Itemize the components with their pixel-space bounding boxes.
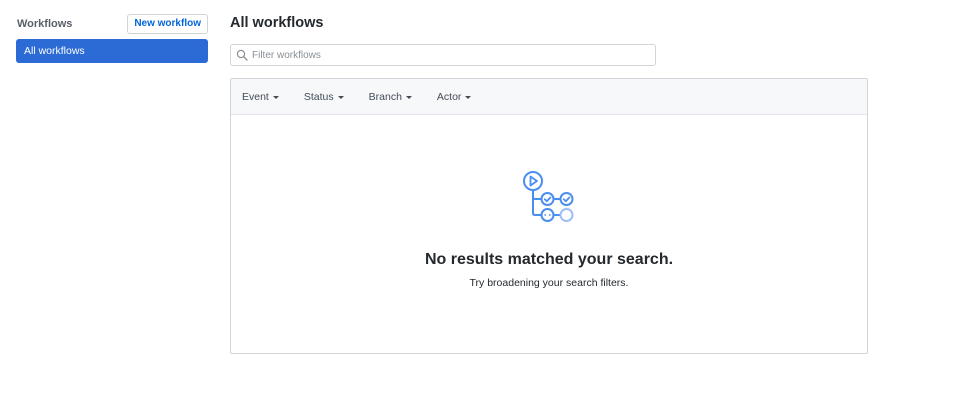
search-icon [236, 49, 248, 61]
actor-filter-dropdown[interactable]: Actor [437, 91, 472, 103]
empty-state-description: Try broadening your search filters. [469, 277, 629, 289]
sidebar-item-all-workflows[interactable]: All workflows [16, 39, 208, 63]
filter-bar: Event Status Branch Actor [231, 79, 867, 115]
caret-down-icon [405, 95, 412, 99]
sidebar-header: Workflows New workflow [16, 14, 208, 34]
workflow-runs-panel: Event Status Branch Actor No results mat… [230, 78, 868, 354]
empty-state-title: No results matched your search. [424, 251, 674, 268]
caret-down-icon [272, 95, 279, 99]
caret-down-icon [337, 95, 344, 99]
sidebar-item-label: All workflows [24, 45, 85, 57]
new-workflow-button[interactable]: New workflow [127, 14, 208, 34]
search-container [230, 44, 656, 66]
workflow-graph-icon [523, 171, 574, 222]
actor-filter-label: Actor [436, 90, 462, 103]
empty-state: No results matched your search. Try broa… [231, 115, 867, 353]
caret-down-icon [465, 95, 472, 99]
status-filter-dropdown[interactable]: Status [304, 91, 344, 103]
filter-workflows-input[interactable] [230, 44, 656, 66]
sidebar: Workflows New workflow All workflows [16, 14, 208, 63]
event-filter-label: Event [242, 90, 269, 103]
sidebar-title: Workflows [17, 18, 73, 30]
branch-filter-label: Branch [368, 90, 402, 103]
branch-filter-dropdown[interactable]: Branch [369, 91, 412, 103]
main-content: All workflows Event Status Branch Actor [230, 14, 868, 354]
page-title: All workflows [230, 15, 324, 31]
event-filter-dropdown[interactable]: Event [242, 91, 279, 103]
status-filter-label: Status [303, 90, 334, 103]
